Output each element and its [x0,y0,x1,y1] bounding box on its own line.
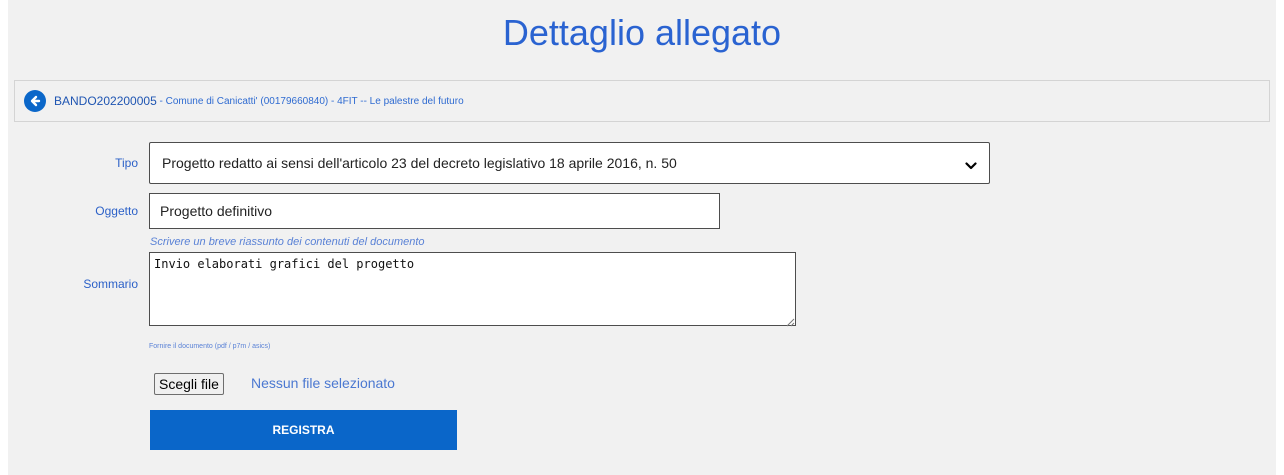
back-arrow-icon[interactable] [24,90,46,112]
sommario-textarea[interactable]: Invio elaborati grafici del progetto [149,252,796,326]
chevron-down-icon [965,158,977,176]
registra-button[interactable]: REGISTRA [150,410,457,450]
tipo-selected-value: Progetto redatto ai sensi dell'articolo … [162,155,677,171]
sommario-label: Sommario [83,277,138,291]
file-hint: Fornire il documento (pdf / p7m / asics) [149,343,271,350]
breadcrumb-code-link[interactable]: BANDO202200005 [54,94,157,108]
oggetto-label: Oggetto [95,204,138,218]
tipo-label: Tipo [115,156,138,170]
tipo-select[interactable]: Progetto redatto ai sensi dell'articolo … [149,142,990,184]
sommario-hint: Scrivere un breve riassunto dei contenut… [150,236,425,248]
page-title: Dettaglio allegato [502,12,782,53]
file-status-text: Nessun file selezionato [251,375,395,391]
choose-file-button[interactable]: Scegli file [154,373,224,395]
oggetto-input[interactable] [149,193,720,229]
breadcrumb: BANDO202200005 - Comune di Canicatti' (0… [14,80,1270,122]
breadcrumb-description: - Comune di Canicatti' (00179660840) - 4… [156,95,464,107]
resize-grip-icon[interactable] [785,314,795,332]
main-panel: Dettaglio allegato BANDO202200005 - Comu… [8,0,1276,475]
